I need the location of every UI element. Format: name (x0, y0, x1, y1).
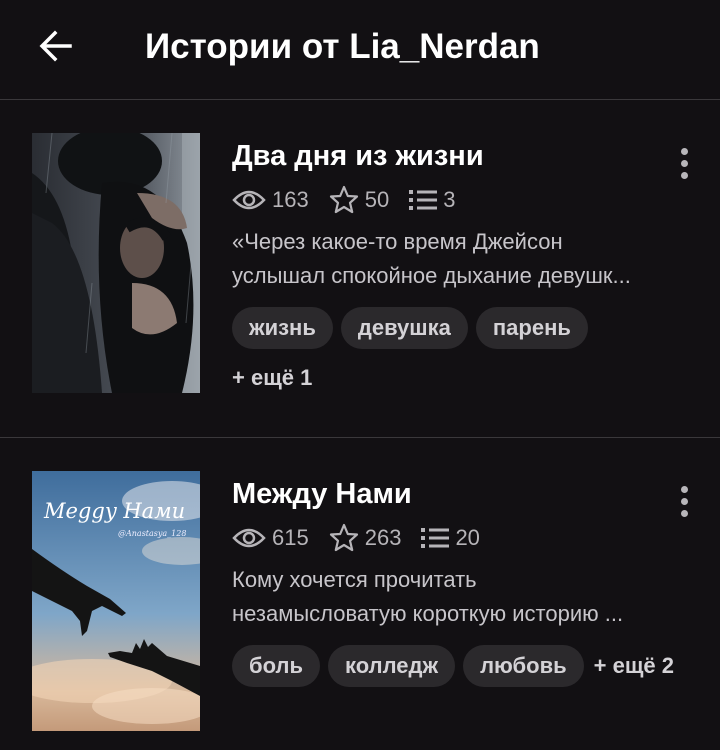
reads-count: 163 (272, 187, 309, 212)
description-line: незамысловатую короткую историю ... (232, 601, 624, 626)
votes-count: 263 (364, 525, 402, 550)
eye-icon (232, 190, 266, 210)
story-cover-image[interactable]: Meggy Нами @Anastasya_128 (32, 471, 200, 731)
page-title: Истории от Lia_Nerdan (145, 27, 540, 66)
list-icon (421, 528, 450, 548)
tag-chip[interactable]: жизнь (232, 307, 333, 349)
parts-count: 3 (443, 187, 456, 212)
list-icon (409, 190, 438, 210)
story-stats: 615 263 20 (232, 522, 680, 554)
cover-title: Meggy Нами (44, 499, 186, 523)
parts-count: 20 (455, 525, 480, 550)
more-options-icon[interactable] (670, 143, 698, 183)
description-line: Кому хочется прочитать (232, 567, 477, 592)
tag-chip[interactable]: парень (475, 307, 588, 349)
tag-chip[interactable]: любовь (463, 645, 584, 687)
back-button[interactable] (36, 26, 76, 66)
votes-count: 50 (364, 187, 390, 212)
votes-stat: 263 (329, 523, 402, 553)
story-info: Два дня из жизни 163 50 3 «Через какое-т… (232, 136, 680, 391)
description-line: услышал спокойное дыхание девушк... (232, 263, 631, 288)
tag-chip[interactable]: девушка (340, 307, 468, 349)
story-description: Кому хочется прочитать незамысловатую ко… (232, 563, 682, 631)
story-item[interactable]: Два дня из жизни 163 50 3 «Через какое-т… (0, 100, 720, 438)
story-description: «Через какое-то время Джейсон услышал сп… (232, 225, 682, 293)
tag-chip[interactable]: колледж (327, 645, 456, 687)
more-tags-link[interactable]: + ещё 1 (232, 365, 680, 391)
tag-list: жизнь девушка парень (232, 307, 692, 349)
parts-stat: 3 (409, 187, 455, 213)
cover-author: @Anastasya_128 (118, 529, 187, 538)
reads-stat: 163 (232, 187, 309, 213)
story-stats: 163 50 3 (232, 184, 680, 216)
reads-count: 615 (272, 525, 309, 550)
eye-icon (232, 528, 266, 548)
more-tags-link[interactable]: + ещё 2 (594, 653, 674, 679)
reads-stat: 615 (232, 525, 309, 551)
votes-stat: 50 (329, 185, 389, 215)
more-options-icon[interactable] (670, 481, 698, 521)
star-icon (329, 185, 358, 214)
arrow-left-icon (39, 30, 72, 62)
story-title[interactable]: Два дня из жизни (232, 136, 680, 176)
tag-list: боль колледж любовь + ещё 2 (232, 645, 692, 687)
story-item[interactable]: Meggy Нами @Anastasya_128 Между Нами 615… (0, 438, 720, 750)
story-title[interactable]: Между Нами (232, 474, 680, 514)
tag-chip[interactable]: боль (232, 645, 320, 687)
parts-stat: 20 (421, 525, 480, 551)
star-icon (329, 523, 358, 552)
story-cover-image[interactable] (32, 133, 200, 393)
top-app-bar: Истории от Lia_Nerdan (0, 0, 720, 100)
story-info: Между Нами 615 263 20 Кому хочется прочи… (232, 474, 680, 687)
description-line: «Через какое-то время Джейсон (232, 229, 563, 254)
